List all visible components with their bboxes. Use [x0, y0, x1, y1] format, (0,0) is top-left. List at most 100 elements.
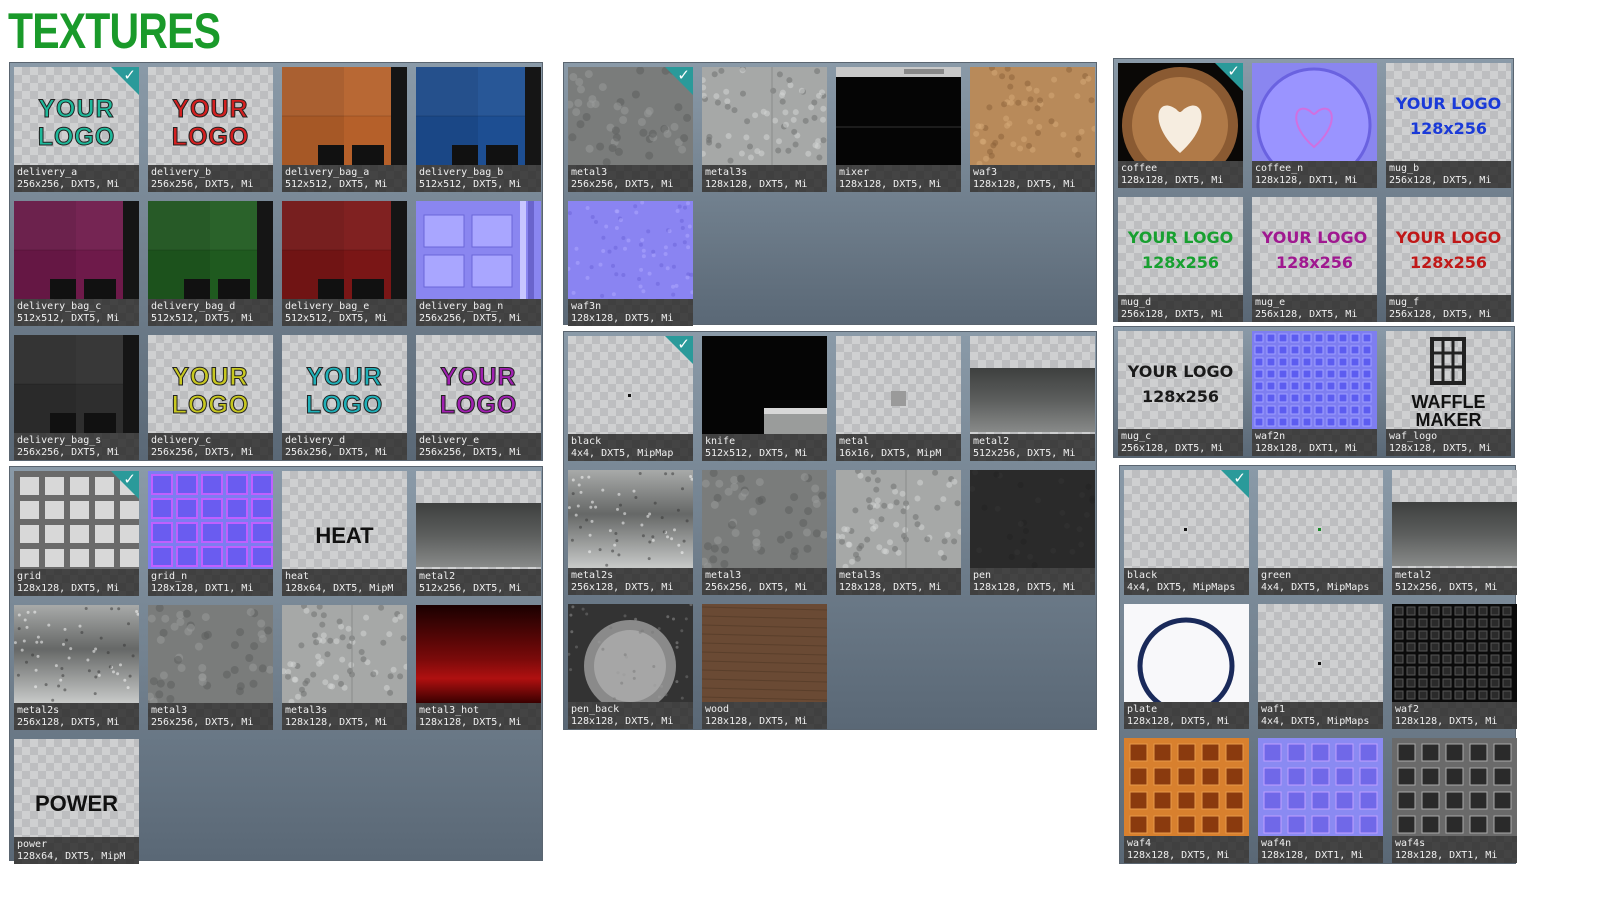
texture-tile[interactable]: YOUR LOGO delivery_c 256x256, DXT5, Mi: [148, 335, 273, 460]
texture-tile[interactable]: delivery_bag_e 512x512, DXT5, Mi: [282, 201, 407, 326]
texture-tile[interactable]: delivery_bag_n 256x256, DXT5, Mi: [416, 201, 541, 326]
texture-tile[interactable]: knife 512x512, DXT5, Mi: [702, 336, 827, 461]
texture-info: 512x512, DXT5, Mi: [285, 313, 388, 324]
texture-tile[interactable]: waf3n 128x128, DXT5, Mi: [568, 201, 693, 326]
texture-tile[interactable]: coffee_n 128x128, DXT1, Mi: [1252, 63, 1377, 188]
texture-tile[interactable]: metal2 512x256, DXT5, Mi: [970, 336, 1095, 461]
texture-tile[interactable]: metal2 512x256, DXT5, Mi: [416, 471, 541, 596]
texture-tile[interactable]: delivery_bag_b 512x512, DXT5, Mi: [416, 67, 541, 192]
texture-caption: black 4x4, DXT5, MipMaps: [1124, 568, 1249, 595]
texture-tile[interactable]: YOUR LOGO delivery_e 256x256, DXT5, Mi: [416, 335, 541, 460]
texture-thumbnail: [1252, 63, 1377, 183]
texture-tile[interactable]: waf4 128x128, DXT5, Mi: [1124, 738, 1249, 863]
texture-tile[interactable]: WAFFLE MAKER waf_logo 128x128, DXT5, Mi: [1386, 331, 1511, 456]
texture-tile[interactable]: delivery_bag_d 512x512, DXT5, Mi: [148, 201, 273, 326]
texture-thumbnail: [148, 201, 273, 299]
green-dot: [1318, 528, 1321, 531]
texture-tile[interactable]: delivery_bag_c 512x512, DXT5, Mi: [14, 201, 139, 326]
texture-tile[interactable]: green 4x4, DXT5, MipMaps: [1258, 470, 1383, 595]
texture-info: 128x128, DXT5, Mi: [839, 582, 942, 593]
texture-tile[interactable]: YOUR LOGO delivery_b 256x256, DXT5, Mi: [148, 67, 273, 192]
texture-tile[interactable]: YOUR LOGO delivery_d 256x256, DXT5, Mi: [282, 335, 407, 460]
texture-thumbnail: [702, 67, 827, 165]
texture-tile[interactable]: metal2 512x256, DXT5, Mi: [1392, 470, 1517, 595]
texture-name: delivery_a: [17, 167, 78, 178]
texture-tile[interactable]: YOUR LOGO 128x256 mug_b 256x128, DXT5, Mi: [1386, 63, 1511, 188]
texture-thumbnail: YOUR LOGO 128x256: [1386, 197, 1511, 295]
texture-info: 256x256, DXT5, Mi: [705, 582, 808, 593]
texture-tile[interactable]: plate 128x128, DXT5, Mi: [1124, 604, 1249, 729]
grey-square: [891, 391, 906, 406]
texture-name: metal3: [151, 705, 188, 716]
texture-name: delivery_e: [419, 435, 480, 446]
texture-panel-mug: coffee 128x128, DXT5, Mi ✓ coffee_n 128x128,…: [1113, 58, 1514, 322]
texture-tile[interactable]: waf2 128x128, DXT5, Mi: [1392, 604, 1517, 729]
texture-tile[interactable]: grid 128x128, DXT5, Mi ✓: [14, 471, 139, 596]
texture-tile[interactable]: POWER power 128x64, DXT5, MipM: [14, 739, 139, 864]
texture-tile[interactable]: metal 16x16, DXT5, MipM: [836, 336, 961, 461]
texture-tile[interactable]: pen 128x128, DXT5, Mi: [970, 470, 1095, 595]
texture-tile[interactable]: metal3s 128x128, DXT5, Mi: [836, 470, 961, 595]
texture-thumbnail: [282, 605, 407, 705]
texture-info: 256x128, DXT5, Mi: [1389, 175, 1492, 186]
texture-caption: metal2s 256x128, DXT5, Mi: [568, 568, 693, 595]
texture-tile[interactable]: grid_n 128x128, DXT1, Mi: [148, 471, 273, 596]
texture-tile[interactable]: waf3 128x128, DXT5, Mi: [970, 67, 1095, 192]
texture-tile[interactable]: black 4x4, DXT5, MipMaps ✓: [1124, 470, 1249, 595]
texture-thumbnail: [282, 201, 407, 299]
texture-tile[interactable]: YOUR LOGO delivery_a 256x256, DXT5, Mi ✓: [14, 67, 139, 192]
texture-tile[interactable]: YOUR LOGO 128x256 mug_e 256x128, DXT5, Mi: [1252, 197, 1377, 322]
texture-tile[interactable]: YOUR LOGO 128x256 mug_d 256x128, DXT5, Mi: [1118, 197, 1243, 322]
texture-tile[interactable]: waf4s 128x128, DXT1, Mi: [1392, 738, 1517, 863]
texture-tile[interactable]: metal3 256x256, DXT5, Mi: [148, 605, 273, 730]
texture-tile[interactable]: metal3s 128x128, DXT5, Mi: [702, 67, 827, 192]
logo-line-2: LOGO: [171, 391, 250, 420]
logo-text: YOUR LOGO: [148, 95, 273, 152]
texture-info: 128x128, DXT5, Mi: [285, 717, 388, 728]
texture-caption: mug_f 256x128, DXT5, Mi: [1386, 295, 1511, 322]
texture-tile[interactable]: HEAT heat 128x64, DXT5, MipM: [282, 471, 407, 596]
checkerboard-background: [14, 739, 139, 837]
texture-info: 512x256, DXT5, Mi: [1395, 582, 1498, 593]
texture-tile[interactable]: metal3_hot 128x128, DXT5, Mi: [416, 605, 541, 730]
texture-name: delivery_d: [285, 435, 346, 446]
texture-name: coffee_n: [1255, 163, 1304, 174]
texture-tile[interactable]: wood 128x128, DXT5, Mi: [702, 604, 827, 729]
texture-tile[interactable]: waf1 4x4, DXT5, MipMaps: [1258, 604, 1383, 729]
texture-tile[interactable]: metal3s 128x128, DXT5, Mi: [282, 605, 407, 730]
texture-thumbnail: YOUR LOGO: [148, 67, 273, 165]
texture-info: 128x128, DXT5, Mi: [839, 179, 942, 190]
texture-tile[interactable]: metal3 256x256, DXT5, Mi: [702, 470, 827, 595]
texture-tile[interactable]: coffee 128x128, DXT5, Mi ✓: [1118, 63, 1243, 188]
texture-tile[interactable]: black 4x4, DXT5, MipMap ✓: [568, 336, 693, 461]
logo-text: YOUR LOGO: [282, 363, 407, 420]
texture-tile[interactable]: metal3 256x256, DXT5, Mi ✓: [568, 67, 693, 192]
texture-tile[interactable]: waf4n 128x128, DXT1, Mi: [1258, 738, 1383, 863]
texture-tile[interactable]: YOUR LOGO 128x256 mug_c 256x128, DXT5, Mi: [1118, 331, 1243, 456]
texture-tile[interactable]: YOUR LOGO 128x256 mug_f 256x128, DXT5, Mi: [1386, 197, 1511, 322]
texture-info: 512x512, DXT5, Mi: [151, 313, 254, 324]
texture-tile[interactable]: delivery_bag_a 512x512, DXT5, Mi: [282, 67, 407, 192]
texture-name: metal3: [571, 167, 608, 178]
texture-thumbnail: WAFFLE MAKER: [1386, 331, 1511, 429]
logo-line-1: YOUR LOGO: [1127, 362, 1234, 381]
texture-tile[interactable]: metal2s 256x128, DXT5, Mi: [568, 470, 693, 595]
texture-info: 256x256, DXT5, Mi: [419, 313, 522, 324]
texture-caption: delivery_bag_e 512x512, DXT5, Mi: [282, 299, 407, 326]
texture-info: 512x256, DXT5, Mi: [419, 583, 522, 594]
texture-tile[interactable]: waf2n 128x128, DXT1, Mi: [1252, 331, 1377, 456]
texture-tile[interactable]: pen_back 128x128, DXT5, Mi: [568, 604, 693, 729]
texture-tile[interactable]: mixer 128x128, DXT5, Mi: [836, 67, 961, 192]
texture-tile[interactable]: metal2s 256x128, DXT5, Mi: [14, 605, 139, 730]
texture-info: 128x128, DXT5, Mi: [571, 716, 674, 727]
texture-thumbnail: HEAT: [282, 471, 407, 569]
texture-caption: delivery_bag_n 256x256, DXT5, Mi: [416, 299, 541, 326]
texture-caption: coffee 128x128, DXT5, Mi: [1118, 161, 1243, 188]
texture-name: delivery_bag_a: [285, 167, 370, 178]
texture-tile[interactable]: delivery_bag_s 256x256, DXT5, Mi: [14, 335, 139, 460]
logo-text: YOUR LOGO: [416, 363, 541, 420]
texture-name: plate: [1127, 704, 1158, 715]
texture-panel-grid: grid 128x128, DXT5, Mi ✓ grid_n 128x128, DXT…: [9, 466, 543, 864]
texture-caption: mug_c 256x128, DXT5, Mi: [1118, 429, 1243, 456]
texture-info: 128x128, DXT1, Mi: [151, 583, 254, 594]
